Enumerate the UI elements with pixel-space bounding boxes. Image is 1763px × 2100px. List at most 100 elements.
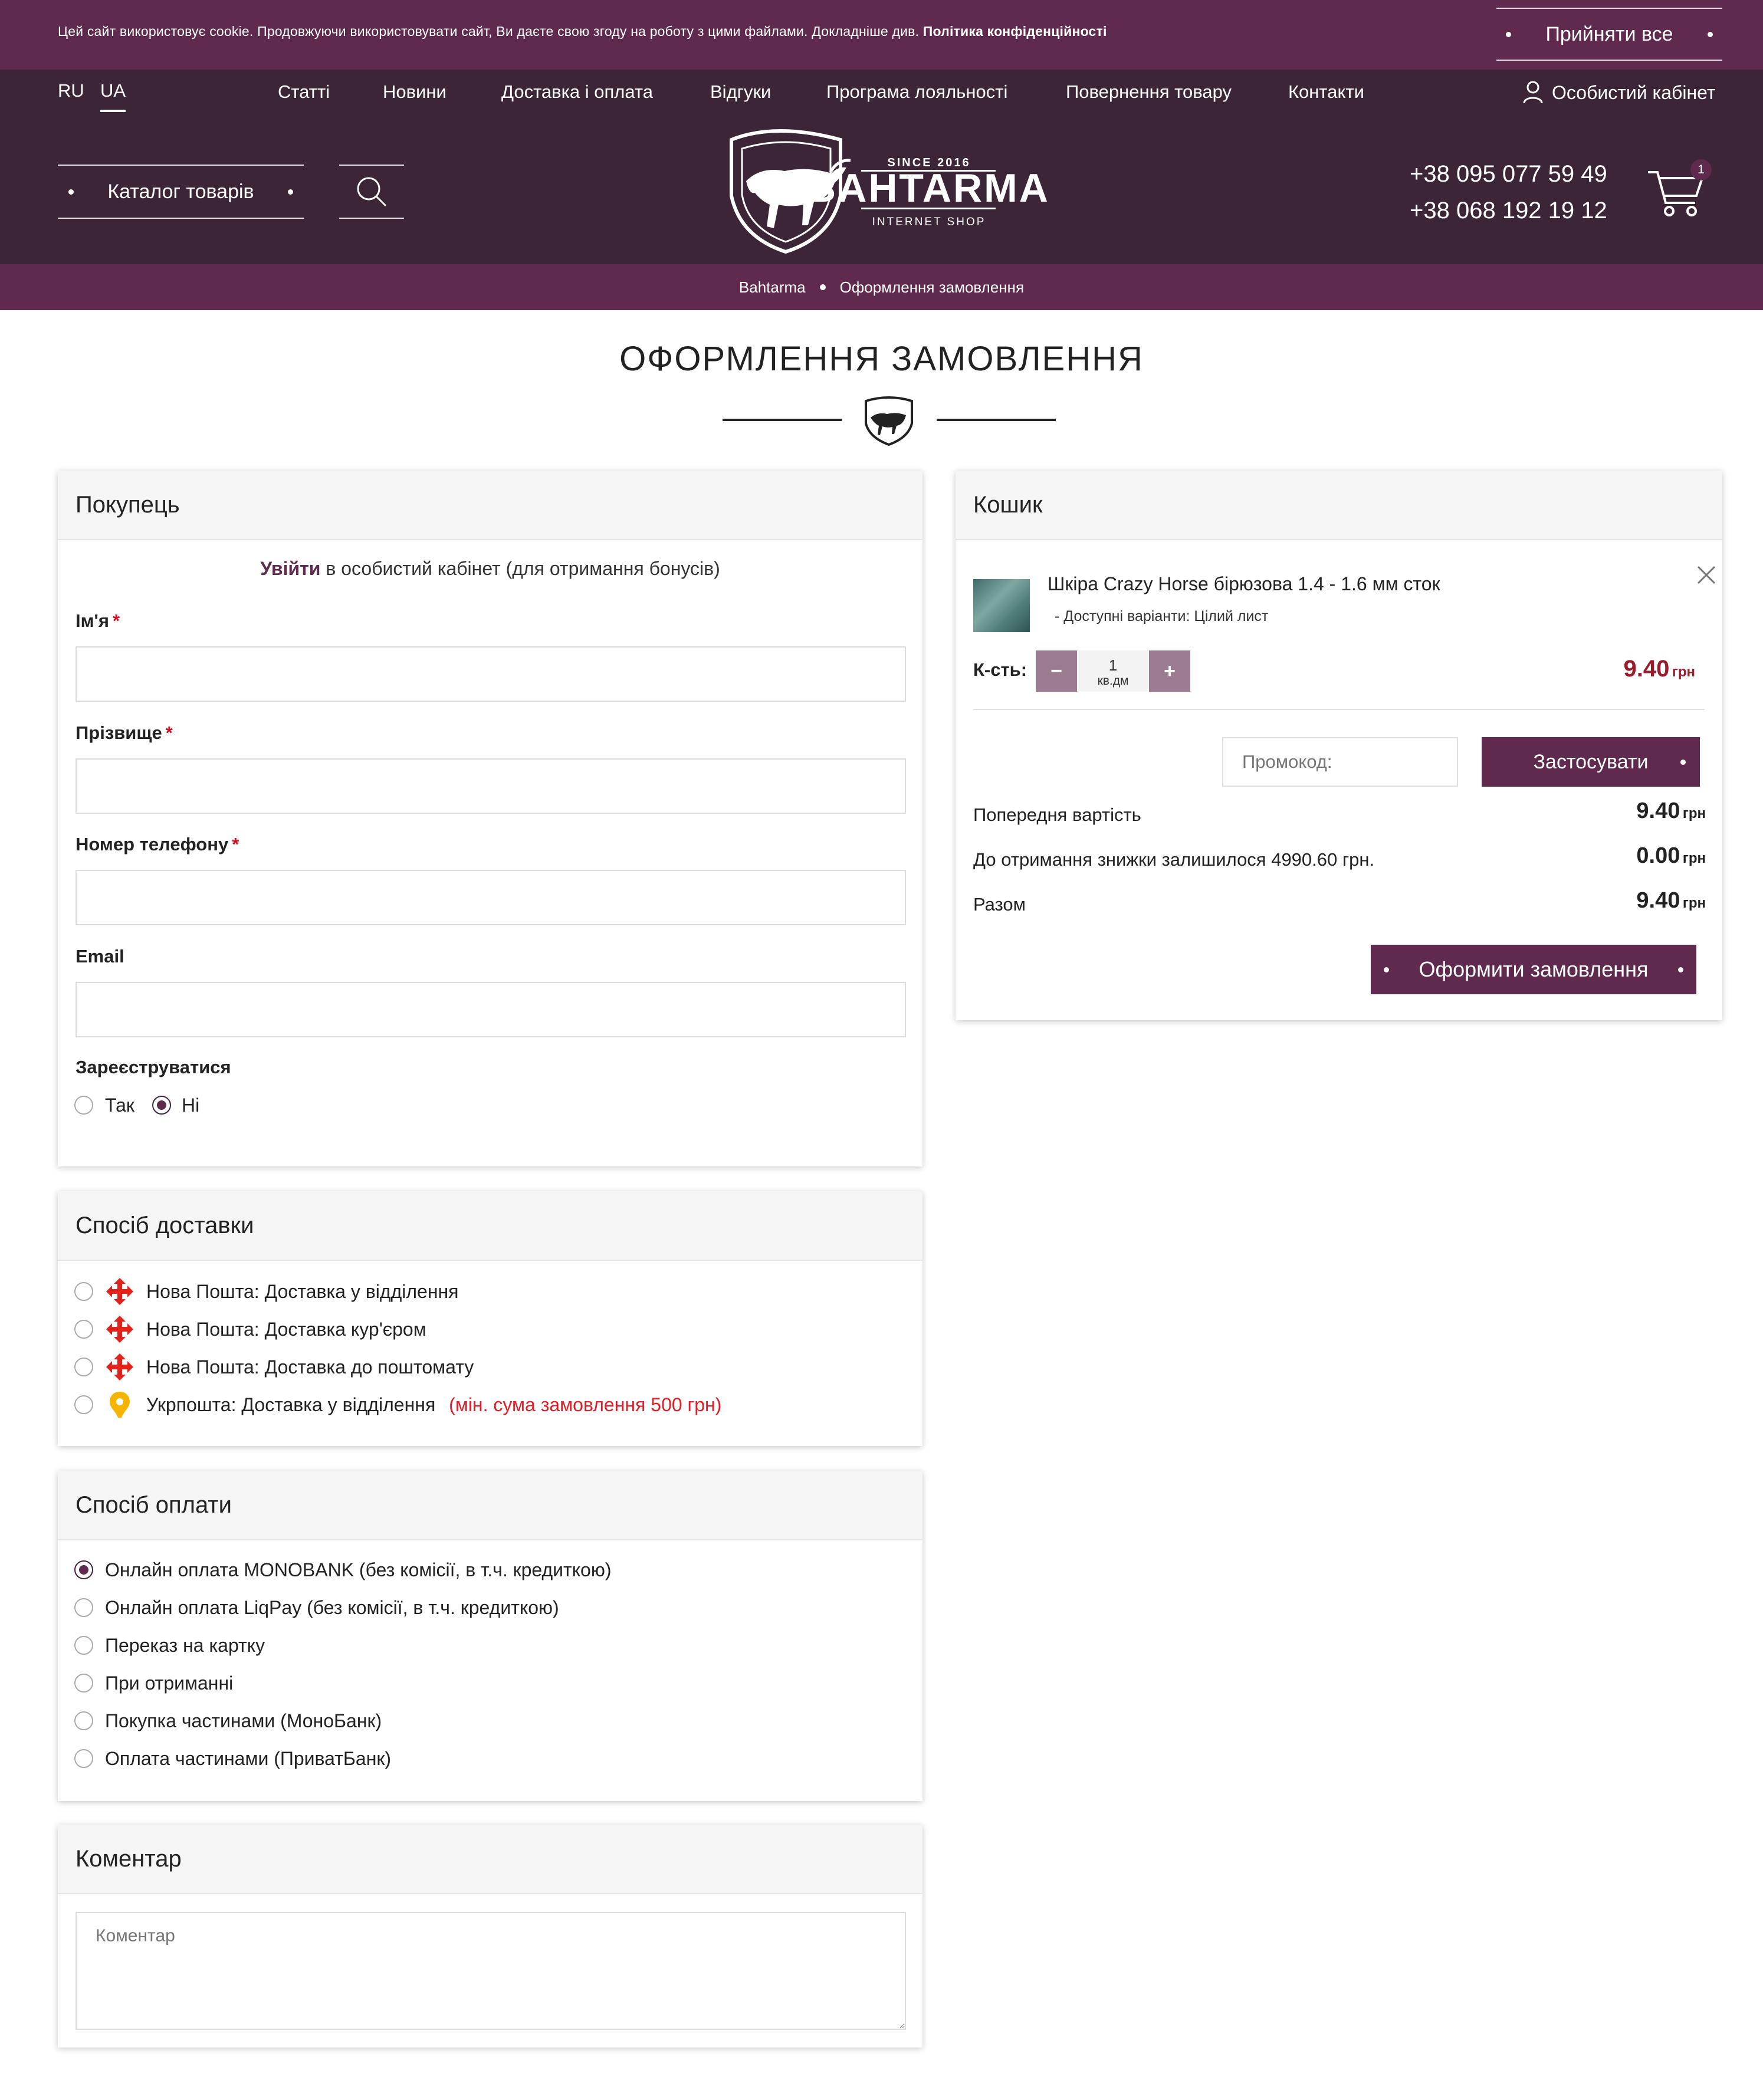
nova-poshta-icon xyxy=(106,1353,133,1381)
cart-button[interactable]: 1 xyxy=(1646,159,1712,219)
payment-option-on-delivery: При отриманні xyxy=(105,1672,234,1694)
delivery-radio-np-postomat[interactable] xyxy=(74,1358,93,1376)
logo-name: BAHTARMA xyxy=(807,166,1050,211)
delivery-option-ukrposhta: Укрпошта: Доставка у відділення (мін. су… xyxy=(146,1394,721,1416)
payment-radio-monobank[interactable] xyxy=(74,1560,93,1579)
login-prompt-text: в особистий кабінет (для отримання бонус… xyxy=(326,558,720,579)
delivery-panel-title: Спосіб доставки xyxy=(58,1191,922,1261)
payment-radio-privat-parts[interactable] xyxy=(74,1749,93,1768)
discount-amount: 0.00 грн xyxy=(1636,843,1706,869)
login-link[interactable]: Увійти xyxy=(260,558,320,579)
privacy-policy-link[interactable]: Політика конфіденційності xyxy=(923,24,1107,39)
quantity-decrease-button[interactable]: − xyxy=(1036,650,1077,692)
payment-panel-title: Спосіб оплати xyxy=(58,1471,922,1540)
subtotal-currency: грн xyxy=(1682,806,1706,821)
email-field[interactable] xyxy=(75,982,906,1037)
apply-promo-button[interactable]: Застосувати xyxy=(1482,737,1700,787)
payment-panel: Спосіб оплати Онлайн оплата MONOBANK (бе… xyxy=(58,1471,922,1801)
lang-ru-link[interactable]: RU xyxy=(58,80,84,101)
quantity-unit: кв.дм xyxy=(1097,674,1129,688)
delivery-option-ukrposhta-label: Укрпошта: Доставка у відділення xyxy=(146,1394,436,1415)
buyer-panel: Покупець Увійти в особистий кабінет (для… xyxy=(58,471,922,1166)
delivery-panel: Спосіб доставки Нова Пошта: Доставка у в… xyxy=(58,1191,922,1446)
register-no-radio[interactable] xyxy=(152,1096,171,1115)
phone-list: +38 095 077 59 49 +38 068 192 19 12 xyxy=(1410,156,1607,229)
site-header: Каталог товарів SINCE 2016 BAHTARMA INTE… xyxy=(0,119,1763,264)
payment-option-card-transfer: Переказ на картку xyxy=(105,1635,265,1656)
apply-promo-label: Застосувати xyxy=(1533,750,1649,773)
breadcrumb-current: Оформлення замовлення xyxy=(839,278,1025,296)
login-prompt: Увійти в особистий кабінет (для отриманн… xyxy=(58,558,922,580)
item-price: 9.40 грн xyxy=(1624,656,1695,682)
last-name-field[interactable] xyxy=(75,758,906,814)
delivery-radio-np-courier[interactable] xyxy=(74,1320,93,1339)
buyer-panel-title: Покупець xyxy=(58,471,922,540)
required-mark: * xyxy=(113,610,120,631)
checkout-button[interactable]: Оформити замовлення xyxy=(1371,945,1696,994)
delivery-option-np-branch: Нова Пошта: Доставка у відділення xyxy=(146,1281,459,1302)
bull-shield-icon: SINCE 2016 BAHTARMA INTERNET SHOP xyxy=(730,129,1050,254)
register-no-label: Ні xyxy=(182,1095,200,1116)
user-icon xyxy=(1523,81,1543,104)
accept-cookies-button[interactable]: Прийняти все xyxy=(1496,8,1722,61)
phone-2[interactable]: +38 068 192 19 12 xyxy=(1410,192,1607,229)
payment-radio-mono-parts[interactable] xyxy=(74,1711,93,1730)
nav-delivery-payment[interactable]: Доставка і оплата xyxy=(501,81,653,103)
quantity-label: К-сть: xyxy=(973,659,1027,680)
product-thumbnail[interactable] xyxy=(973,579,1030,632)
nav-contacts[interactable]: Контакти xyxy=(1288,81,1364,103)
nova-poshta-icon xyxy=(106,1278,133,1305)
required-mark: * xyxy=(165,722,173,743)
lang-ua-link[interactable]: UA xyxy=(100,80,126,112)
cookie-text: Цей сайт використовує cookie. Продовжуюч… xyxy=(58,24,1107,40)
item-price-value: 9.40 xyxy=(1623,656,1670,682)
breadcrumb-home[interactable]: Bahtarma xyxy=(739,278,806,297)
top-navigation: RU UA Статті Новини Доставка і оплата Ві… xyxy=(0,70,1763,119)
ukrposhta-min-note: (мін. сума замовлення 500 грн) xyxy=(449,1394,722,1415)
site-logo[interactable]: SINCE 2016 BAHTARMA INTERNET SHOP xyxy=(720,125,1073,261)
title-divider-right xyxy=(937,419,1056,421)
total-amount: 9.40 грн xyxy=(1636,888,1706,913)
payment-radio-liqpay[interactable] xyxy=(74,1598,93,1617)
register-yes-radio[interactable] xyxy=(74,1096,93,1115)
breadcrumb: Bahtarma Оформлення замовлення xyxy=(0,264,1763,310)
bull-emblem-icon xyxy=(865,396,913,446)
subtotal-amount: 9.40 грн xyxy=(1636,798,1706,824)
payment-radio-card-transfer[interactable] xyxy=(74,1636,93,1655)
last-name-label: Прізвище * xyxy=(75,722,173,744)
phone-label-text: Номер телефону xyxy=(75,834,229,855)
total-value: 9.40 xyxy=(1636,888,1680,913)
phone-1[interactable]: +38 095 077 59 49 xyxy=(1410,156,1607,192)
promo-code-input[interactable] xyxy=(1222,737,1458,787)
comment-textarea[interactable] xyxy=(75,1912,906,2030)
subtotal-value: 9.40 xyxy=(1636,798,1680,823)
cookie-banner: Цей сайт використовує cookie. Продовжуюч… xyxy=(0,0,1763,70)
product-name[interactable]: Шкіра Crazy Horse бірюзова 1.4 - 1.6 мм … xyxy=(1048,573,1440,595)
catalog-button[interactable]: Каталог товарів xyxy=(58,165,304,219)
remove-item-icon[interactable] xyxy=(1696,565,1716,585)
payment-radio-on-delivery[interactable] xyxy=(74,1674,93,1693)
phone-label: Номер телефону * xyxy=(75,834,239,855)
breadcrumb-separator xyxy=(819,284,826,290)
logo-tagline: INTERNET SHOP xyxy=(872,216,986,228)
account-link[interactable]: Особистий кабінет xyxy=(1522,78,1716,107)
discount-value: 0.00 xyxy=(1636,843,1680,868)
title-divider-left xyxy=(723,419,842,421)
delivery-radio-np-branch[interactable] xyxy=(74,1282,93,1301)
nav-news[interactable]: Новини xyxy=(383,81,447,103)
payment-option-mono-parts: Покупка частинами (МоноБанк) xyxy=(105,1710,382,1731)
quantity-stepper[interactable]: 1 кв.дм xyxy=(1077,650,1149,692)
total-currency: грн xyxy=(1682,895,1706,911)
first-name-label: Ім'я * xyxy=(75,610,120,632)
nav-returns[interactable]: Повернення товару xyxy=(1066,81,1232,103)
nav-articles[interactable]: Статті xyxy=(278,81,330,103)
first-name-field[interactable] xyxy=(75,646,906,702)
search-button[interactable] xyxy=(339,165,404,219)
phone-field[interactable] xyxy=(75,870,906,925)
quantity-increase-button[interactable]: + xyxy=(1149,650,1190,692)
delivery-radio-ukrposhta[interactable] xyxy=(74,1395,93,1414)
accept-cookies-label: Прийняти все xyxy=(1545,22,1673,45)
nav-loyalty[interactable]: Програма лояльності xyxy=(826,81,1007,103)
account-label: Особистий кабінет xyxy=(1552,81,1716,103)
nav-reviews[interactable]: Відгуки xyxy=(710,81,771,103)
